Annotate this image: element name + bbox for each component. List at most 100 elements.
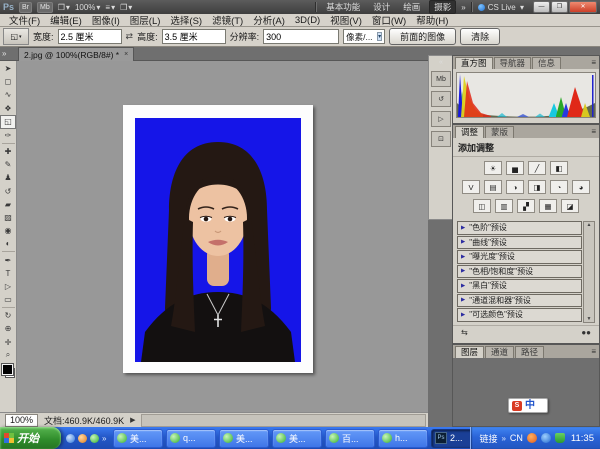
expander-icon[interactable]: ▶ bbox=[461, 268, 465, 274]
expander-icon[interactable]: ▶ bbox=[461, 297, 465, 303]
3d-rotate-tool[interactable]: ↻ bbox=[1, 309, 16, 322]
quick-launch-icon[interactable] bbox=[78, 434, 87, 443]
tray-overflow-icon[interactable]: » bbox=[501, 434, 505, 443]
status-zoom-field[interactable]: 100% bbox=[5, 414, 38, 427]
workspace-photography[interactable]: 摄影 bbox=[429, 0, 456, 14]
invert-icon[interactable]: ◫ bbox=[473, 199, 491, 213]
ie-icon[interactable] bbox=[66, 434, 75, 443]
tool-preset-picker[interactable]: ◱▾ bbox=[3, 28, 29, 45]
foreground-color-swatch[interactable] bbox=[2, 364, 13, 375]
browser-tray-icon[interactable] bbox=[541, 433, 551, 443]
toolbar-collapse-icon[interactable]: » bbox=[2, 49, 6, 58]
tab-masks[interactable]: 蒙版 bbox=[485, 126, 514, 138]
canvas-area[interactable] bbox=[17, 61, 428, 412]
menu-select[interactable]: 选择(S) bbox=[165, 13, 207, 27]
menu-help[interactable]: 帮助(H) bbox=[411, 13, 453, 27]
taskbar-button[interactable]: 美... bbox=[219, 429, 269, 448]
workspace-basic[interactable]: 基本功能 bbox=[322, 1, 364, 13]
ime-mode-label[interactable]: 中 bbox=[525, 399, 535, 412]
menu-edit[interactable]: 编辑(E) bbox=[45, 13, 87, 27]
scroll-down-icon[interactable]: ▼ bbox=[587, 316, 592, 322]
preset-channel-mixer[interactable]: ▶"通道混和器"预设 bbox=[457, 294, 582, 308]
hue-saturation-icon[interactable]: ▤ bbox=[484, 180, 502, 194]
blur-tool[interactable]: ◉ bbox=[1, 224, 16, 237]
expander-icon[interactable]: ▶ bbox=[461, 239, 465, 245]
swap-dimensions-icon[interactable]: ⇄ bbox=[126, 31, 134, 42]
exposure-icon[interactable]: ◧ bbox=[550, 161, 568, 175]
workspace-painting[interactable]: 绘画 bbox=[399, 1, 424, 13]
clone-source-panel-icon[interactable]: ⊡ bbox=[431, 131, 451, 147]
actions-panel-icon[interactable]: ▷ bbox=[431, 111, 451, 127]
quick-launch-overflow-icon[interactable]: » bbox=[102, 434, 106, 443]
preset-exposure[interactable]: ▶"曝光度"预设 bbox=[457, 250, 582, 264]
spot-healing-tool[interactable]: ✚ bbox=[1, 145, 16, 158]
start-button[interactable]: 开始 bbox=[0, 427, 61, 449]
clear-button[interactable]: 清除 bbox=[460, 28, 500, 45]
posterize-icon[interactable]: ▥ bbox=[495, 199, 513, 213]
screen-mode-dropdown[interactable]: ❐▾ bbox=[120, 3, 132, 12]
menu-3d[interactable]: 3D(D) bbox=[290, 15, 325, 26]
scroll-up-icon[interactable]: ▲ bbox=[587, 222, 592, 228]
hand-tool[interactable]: ✛ bbox=[1, 336, 16, 349]
document-page[interactable] bbox=[123, 105, 313, 373]
document-close-icon[interactable]: × bbox=[124, 51, 128, 58]
quick-selection-tool[interactable]: ❖ bbox=[1, 102, 16, 115]
menu-analysis[interactable]: 分析(A) bbox=[248, 13, 290, 27]
brush-tool[interactable]: ✎ bbox=[1, 158, 16, 171]
vibrance-icon[interactable]: V bbox=[462, 180, 480, 194]
selective-color-icon[interactable]: ◪ bbox=[561, 199, 579, 213]
panel-menu-icon[interactable]: ≡ bbox=[591, 347, 596, 356]
photo-filter-icon[interactable]: ◔ bbox=[550, 180, 568, 194]
expander-icon[interactable]: ▶ bbox=[461, 283, 465, 289]
status-menu-icon[interactable]: ▶ bbox=[130, 416, 135, 424]
pen-tool[interactable]: ✒ bbox=[1, 253, 16, 266]
resolution-input[interactable] bbox=[263, 29, 339, 44]
panel-menu-icon[interactable]: ≡ bbox=[591, 58, 596, 67]
front-image-button[interactable]: 前面的图像 bbox=[389, 28, 456, 45]
ime-toolbar[interactable]: S 中 bbox=[508, 398, 548, 413]
color-balance-icon[interactable]: ◑ bbox=[506, 180, 524, 194]
type-tool[interactable]: T bbox=[1, 267, 16, 280]
preset-curves[interactable]: ▶"曲线"预设 bbox=[457, 236, 582, 250]
shape-tool[interactable]: ▭ bbox=[1, 293, 16, 306]
workspace-overflow[interactable]: » bbox=[461, 3, 465, 12]
expander-icon[interactable]: ▶ bbox=[461, 312, 465, 318]
close-button[interactable]: ✕ bbox=[569, 1, 597, 13]
links-toolbar-label[interactable]: 链接 bbox=[479, 432, 497, 445]
quick-launch-icon[interactable] bbox=[90, 434, 99, 443]
gradient-tool[interactable]: ▨ bbox=[1, 211, 16, 224]
sogou-ime-icon[interactable]: S bbox=[512, 401, 522, 411]
curves-icon[interactable]: ╱ bbox=[528, 161, 546, 175]
minimize-button[interactable]: — bbox=[533, 1, 550, 13]
taskbar-clock[interactable]: 11:35 bbox=[569, 433, 594, 444]
color-swatches[interactable] bbox=[2, 364, 15, 378]
taskbar-button[interactable]: h... bbox=[378, 429, 428, 448]
tab-adjustments[interactable]: 调整 bbox=[455, 126, 484, 138]
height-input[interactable] bbox=[162, 29, 226, 44]
move-tool[interactable]: ➤ bbox=[1, 62, 16, 75]
levels-icon[interactable]: ▅ bbox=[506, 161, 524, 175]
bridge-icon[interactable]: Br bbox=[19, 2, 32, 13]
menu-window[interactable]: 窗口(W) bbox=[367, 13, 411, 27]
taskbar-button[interactable]: q... bbox=[166, 429, 216, 448]
taskbar-button[interactable]: 百... bbox=[325, 429, 375, 448]
gradient-map-icon[interactable]: ▦ bbox=[539, 199, 557, 213]
clone-stamp-tool[interactable]: ♟ bbox=[1, 171, 16, 184]
eyedropper-tool[interactable]: ✑ bbox=[1, 129, 16, 142]
tab-navigator[interactable]: 导航器 bbox=[494, 57, 532, 69]
eraser-tool[interactable]: ▰ bbox=[1, 198, 16, 211]
menu-layer[interactable]: 图层(L) bbox=[125, 13, 166, 27]
preset-black-white[interactable]: ▶"黑白"预设 bbox=[457, 279, 582, 293]
dodge-tool[interactable]: ◐ bbox=[1, 237, 16, 250]
lasso-tool[interactable]: ∿ bbox=[1, 88, 16, 101]
threshold-icon[interactable]: ▞ bbox=[517, 199, 535, 213]
panel-menu-icon[interactable]: ≡ bbox=[591, 127, 596, 136]
expander-icon[interactable]: ▶ bbox=[461, 254, 465, 260]
taskbar-button-photoshop[interactable]: Ps2... bbox=[431, 429, 471, 448]
return-to-list-icon[interactable]: ⇆ bbox=[461, 328, 468, 337]
resolution-unit-select[interactable]: 像素/...▾ bbox=[343, 29, 385, 44]
mini-bridge-icon[interactable]: Mb bbox=[37, 2, 53, 13]
preset-scrollbar[interactable]: ▲ ▼ bbox=[583, 221, 595, 323]
history-brush-tool[interactable]: ↺ bbox=[1, 185, 16, 198]
view-extras-dropdown[interactable]: ❐▾ bbox=[58, 3, 70, 12]
